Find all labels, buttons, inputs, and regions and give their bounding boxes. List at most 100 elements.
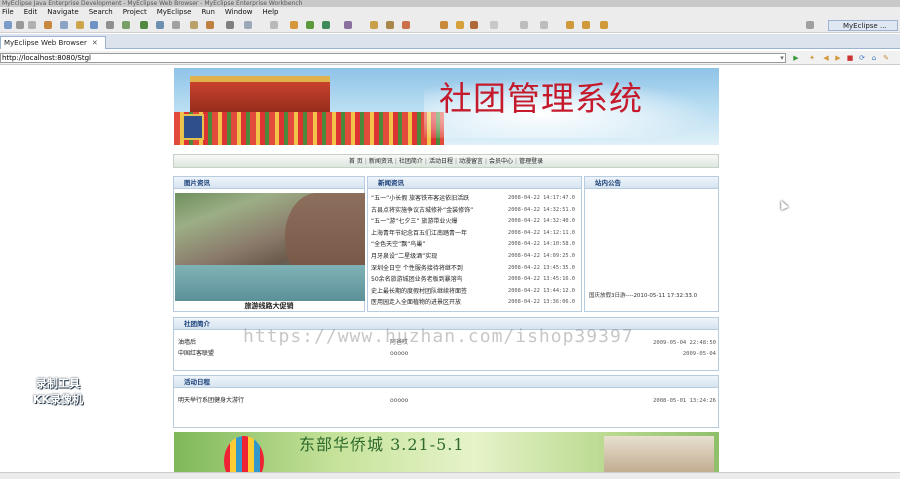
perspective-switcher[interactable]: MyEclipse ... xyxy=(828,20,898,31)
bookmark-icon[interactable]: ✎ xyxy=(882,54,890,62)
new-jsp-icon[interactable] xyxy=(190,21,198,29)
nav-home[interactable]: 首 页 xyxy=(349,158,363,165)
news-title[interactable]: 上海青年节纪念百五们江南踏青一年 xyxy=(371,228,507,240)
menu-help[interactable]: Help xyxy=(263,7,279,18)
news-date: 2008-04-22 13:44:12.0 xyxy=(508,287,575,294)
browser-icon[interactable] xyxy=(172,21,180,29)
news-date: 2008-04-22 13:45:16.0 xyxy=(508,276,575,283)
deploy-icon[interactable] xyxy=(140,21,148,29)
menu-navigate[interactable]: Navigate xyxy=(47,7,78,18)
tab-web-browser[interactable]: MyEclipse Web Browser ✕ xyxy=(0,36,106,49)
new-class-icon[interactable] xyxy=(226,21,234,29)
news-item: 月牙泉设“二星级酒”实现 2008-04-22 14:09:25.0 xyxy=(368,251,581,263)
open-resource-icon[interactable] xyxy=(106,21,114,29)
print-icon[interactable] xyxy=(44,21,52,29)
nav-news[interactable]: 新闻资讯 xyxy=(369,158,393,165)
nav-clubs[interactable]: 社团简介 xyxy=(399,158,423,165)
site-title: 社团管理系统 xyxy=(439,79,643,118)
annotation-icon[interactable] xyxy=(402,21,410,29)
news-date: 2008-04-22 14:17:47.0 xyxy=(508,195,575,201)
menu-window[interactable]: Window xyxy=(225,7,253,18)
news-title[interactable]: 月牙泉设“二星级酒”实现 xyxy=(371,251,507,263)
news-item: 古县点将实施争议古城修补“金装修饰” 2008-04-22 14:32:51.0 xyxy=(368,205,581,217)
url-input[interactable] xyxy=(0,53,786,63)
menu-search[interactable]: Search xyxy=(89,7,113,18)
spring-icon[interactable] xyxy=(386,21,394,29)
news-title[interactable]: 古县点将实施争议古城修补“金装修饰” xyxy=(371,205,507,217)
run-icon[interactable] xyxy=(306,21,314,29)
mark-icon[interactable] xyxy=(470,21,478,29)
nav-guestbook[interactable]: 动漫留言 xyxy=(459,158,483,165)
prev-annotation-icon[interactable] xyxy=(540,21,548,29)
menu-edit[interactable]: Edit xyxy=(24,7,38,18)
browser-viewport: 社团管理系统 首 页 | 新闻资讯 | 社团简介 | 活动日程 | 动漫留言 | 会员中心 | 管理登录… xyxy=(0,66,900,479)
save-all-icon[interactable] xyxy=(28,21,36,29)
news-title[interactable]: “五一”小长假 旅客铁市客运依旧活跃 xyxy=(371,193,507,205)
activity-panel: 活动日程 明天举行系团健身大游行 ooooo 2008-05-01 13:24:26 xyxy=(173,375,719,428)
menu-project[interactable]: Project xyxy=(123,7,147,18)
open-perspective-icon[interactable] xyxy=(806,21,814,29)
toggle-icon[interactable] xyxy=(490,21,498,29)
stop-icon[interactable]: ■ xyxy=(846,54,854,62)
search-tool-icon[interactable] xyxy=(270,21,278,29)
back-icon[interactable] xyxy=(582,21,590,29)
news-title[interactable]: 史上最长期的度假村团队继续将面签 xyxy=(371,286,507,298)
browser-address-bar: ▾ ▶ ✦ ◀ ▶ ■ ⟳ ⌂ ✎ xyxy=(0,51,900,65)
settings-icon[interactable]: ✦ xyxy=(808,54,816,62)
news-item: “五一”小长假 旅客铁市客运依旧活跃 2008-04-22 14:17:47.0 xyxy=(368,193,581,205)
scenery-photo[interactable]: 1234 xyxy=(175,193,365,301)
menu-run[interactable]: Run xyxy=(201,7,214,18)
save-icon[interactable] xyxy=(16,21,24,29)
news-item: 深圳全日空 个性服务接待将继不到 2008-04-22 13:45:35.0 xyxy=(368,263,581,275)
menu-myeclipse[interactable]: MyEclipse xyxy=(157,7,192,18)
refresh-icon[interactable]: ⟳ xyxy=(858,54,866,62)
open-type-icon[interactable] xyxy=(90,21,98,29)
back-icon[interactable]: ◀ xyxy=(822,54,830,62)
new-servlet-icon[interactable] xyxy=(206,21,214,29)
nav-member[interactable]: 会员中心 xyxy=(489,158,513,165)
mouse-cursor-icon xyxy=(777,198,789,211)
open-task-icon[interactable] xyxy=(344,21,352,29)
bottom-banner-text: 东部华侨城 3.21-5.1 xyxy=(299,435,465,454)
dropdown-icon[interactable]: ▾ xyxy=(778,54,786,62)
tab-label: MyEclipse Web Browser xyxy=(4,39,87,47)
news-title[interactable]: “全色天空”飘“鸟巢” xyxy=(371,239,507,251)
open-folder-icon[interactable] xyxy=(440,21,448,29)
site-nav: 首 页 | 新闻资讯 | 社团简介 | 活动日程 | 动漫留言 | 会员中心 | 管理登录 xyxy=(173,154,719,168)
edit-icon[interactable] xyxy=(456,21,464,29)
news-title[interactable]: “五一”游“七夕三” 旅游带业火爆 xyxy=(371,216,507,228)
server-icon[interactable] xyxy=(156,21,164,29)
menu-file[interactable]: File xyxy=(2,7,14,18)
external-tools-icon[interactable] xyxy=(322,21,330,29)
news-title[interactable]: 医用园走入全面植物的进景区开放 xyxy=(371,297,507,309)
forward-icon[interactable] xyxy=(600,21,608,29)
news-date: 2008-04-22 13:36:06.0 xyxy=(508,299,575,306)
photo-caption[interactable]: 旅游线路大促销 xyxy=(174,301,364,311)
news-title[interactable]: 深圳全日空 个性服务接待将继不到 xyxy=(371,263,507,275)
club-name[interactable]: 中国红客联盟 xyxy=(178,349,214,359)
home-icon[interactable]: ⌂ xyxy=(870,54,878,62)
new-icon[interactable] xyxy=(4,21,12,29)
go-icon[interactable]: ▶ xyxy=(792,54,800,62)
next-annotation-icon[interactable] xyxy=(520,21,528,29)
club-name[interactable]: 油墙后 xyxy=(178,338,196,348)
package-explorer-icon[interactable] xyxy=(60,21,68,29)
web-service-icon[interactable] xyxy=(122,21,130,29)
new-project-icon[interactable] xyxy=(76,21,84,29)
news-title[interactable]: 50余名旅游城团业务老板到暴溶鸟 xyxy=(371,274,507,286)
debug-icon[interactable] xyxy=(290,21,298,29)
close-icon[interactable]: ✕ xyxy=(92,39,98,47)
last-edit-icon[interactable] xyxy=(566,21,574,29)
news-item: “五一”游“七夕三” 旅游带业火爆 2008-04-22 14:32:40.0 xyxy=(368,216,581,228)
forward-icon[interactable]: ▶ xyxy=(834,54,842,62)
activity-name[interactable]: 明天举行系团健身大游行 xyxy=(178,396,244,406)
window-title-bar: MyEclipse Java Enterprise Development - … xyxy=(0,0,900,7)
hibernate-icon[interactable] xyxy=(370,21,378,29)
nav-admin[interactable]: 管理登录 xyxy=(519,158,543,165)
nav-activity[interactable]: 活动日程 xyxy=(429,158,453,165)
notice-item[interactable]: 国庆放假3日游----2010-05-11 17:32:33.0 xyxy=(589,291,697,299)
recorder-line-1: 录制工具 xyxy=(36,377,80,390)
new-folder-icon[interactable] xyxy=(244,21,252,29)
news-item: 史上最长期的度假村团队继续将面签 2008-04-22 13:44:12.0 xyxy=(368,286,581,298)
news-item: 50余名旅游城团业务老板到暴溶鸟 2008-04-22 13:45:16.0 xyxy=(368,274,581,286)
